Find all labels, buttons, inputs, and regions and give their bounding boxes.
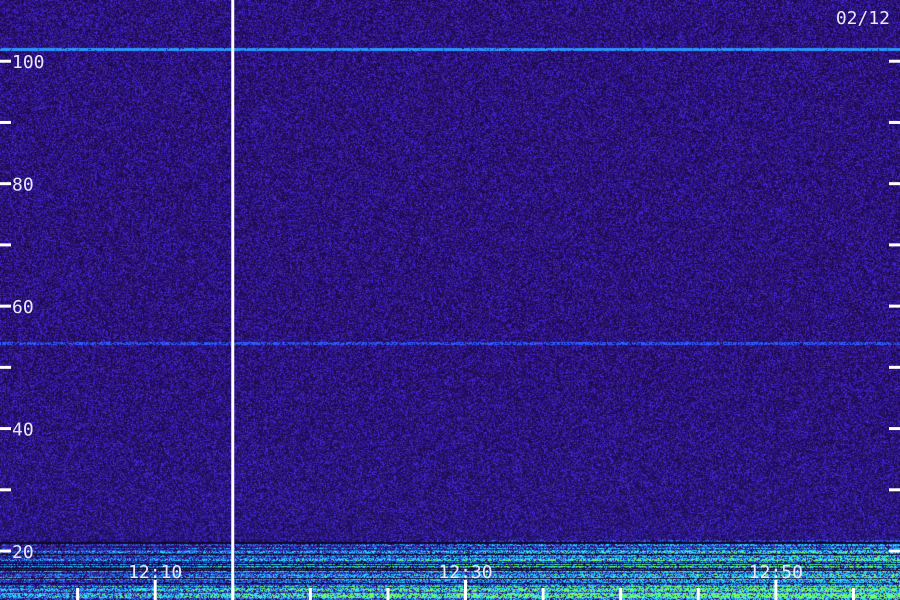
y-tick-label: 40 [12, 420, 34, 441]
y-tick-label: 80 [12, 175, 34, 196]
y-axis: 100 80 60 40 20 [0, 52, 900, 563]
y-tick-label: 100 [12, 52, 45, 73]
x-tick-label: 12:30 [438, 562, 492, 583]
x-axis: 12:10 12:30 12:50 [76, 562, 855, 600]
date-label: 02/12 [836, 8, 890, 29]
x-tick-label: 12:50 [749, 562, 803, 583]
y-tick-label: 60 [12, 297, 34, 318]
chart-overlay: 100 80 60 40 20 12:10 12:30 12:50 02/12 [0, 0, 900, 600]
spectrogram-panel: 100 80 60 40 20 12:10 12:30 12:50 02/12 [0, 0, 900, 600]
y-tick-label: 20 [12, 542, 34, 563]
x-tick-label: 12:10 [128, 562, 182, 583]
